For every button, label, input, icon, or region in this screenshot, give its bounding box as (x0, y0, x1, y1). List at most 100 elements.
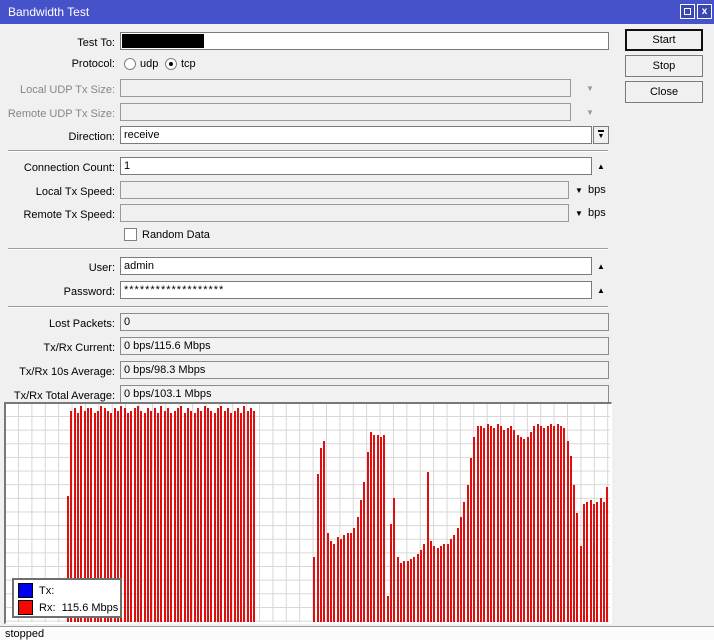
rx-bar (506, 428, 509, 622)
connection-count-up-icon[interactable]: ▲ (597, 162, 605, 171)
rx-bar (190, 411, 193, 622)
separator (8, 306, 608, 308)
rx-bar (539, 426, 542, 622)
protocol-udp-label[interactable]: udp (140, 58, 158, 70)
window-title: Bandwidth Test (8, 5, 90, 19)
drop-down-icon: ▼ (597, 130, 605, 141)
rx-bar (546, 426, 549, 622)
rx-bar (203, 406, 206, 622)
rx-bar (193, 413, 196, 622)
rx-bar (586, 502, 589, 622)
chart-legend: Tx: Rx: 115.6 Mbps (12, 578, 122, 618)
random-data-checkbox[interactable] (124, 228, 137, 241)
rx-bar (489, 426, 492, 622)
rx-bar (196, 408, 199, 622)
password-input[interactable]: ******************* (120, 281, 592, 299)
rx-bar (406, 561, 409, 622)
rx-bar (200, 411, 203, 622)
rx-bar (180, 406, 183, 622)
start-button[interactable]: Start (625, 29, 703, 51)
rx-bar (416, 554, 419, 622)
rx-bar (370, 432, 373, 622)
local-tx-speed-unit: bps (588, 184, 606, 196)
rx-bar (466, 485, 469, 622)
close-window-button[interactable]: x (697, 4, 712, 19)
rx-bar (166, 408, 169, 622)
rx-bar (350, 533, 353, 622)
rx-bar (536, 424, 539, 622)
stop-button[interactable]: Stop (625, 55, 703, 77)
rx-bar (133, 408, 136, 622)
rx-bar (216, 408, 219, 622)
rx-bar (529, 432, 532, 622)
rx-bar (439, 546, 442, 622)
title-bar[interactable]: Bandwidth Test x (0, 0, 714, 24)
user-up-icon[interactable]: ▲ (597, 262, 605, 271)
remote-tx-speed-dropdown-icon[interactable]: ▼ (575, 209, 583, 218)
direction-dropdown-button[interactable]: ▼ (593, 126, 609, 144)
rx-bar (130, 411, 133, 622)
local-udp-tx-size-label: Local UDP Tx Size: (20, 84, 115, 96)
password-up-icon[interactable]: ▲ (597, 286, 605, 295)
rx-bar (526, 437, 529, 622)
user-input[interactable]: admin (120, 257, 592, 275)
protocol-udp-radio[interactable] (124, 58, 136, 70)
protocol-tcp-label[interactable]: tcp (181, 58, 196, 70)
txrx-10s-average-value: 0 bps/98.3 Mbps (120, 361, 609, 379)
separator (8, 248, 608, 250)
rx-bar (543, 428, 546, 622)
rx-bar (320, 448, 323, 622)
local-tx-speed-input (120, 181, 569, 199)
close-button[interactable]: Close (625, 81, 703, 103)
rx-bar (549, 424, 552, 622)
remote-tx-speed-unit: bps (588, 207, 606, 219)
rx-bar (170, 413, 173, 622)
local-tx-speed-dropdown-icon[interactable]: ▼ (575, 186, 583, 195)
rx-bar (226, 408, 229, 622)
remote-tx-speed-label: Remote Tx Speed: (23, 209, 115, 221)
rx-bar (459, 517, 462, 622)
connection-count-input[interactable]: 1 (120, 157, 592, 175)
rx-bar (486, 424, 489, 622)
rx-bar (363, 482, 366, 622)
rx-bar (476, 426, 479, 622)
password-label: Password: (63, 286, 115, 298)
test-to-input[interactable] (120, 32, 609, 50)
rx-bar (403, 561, 406, 622)
rx-bar (603, 502, 606, 622)
txrx-total-average-value: 0 bps/103.1 Mbps (120, 385, 609, 403)
rx-bar (330, 541, 333, 622)
rx-bar (126, 413, 129, 622)
txrx-current-label: Tx/Rx Current: (43, 342, 115, 354)
rx-bar (333, 544, 336, 622)
rx-bar (576, 513, 579, 622)
rx-bar (463, 502, 466, 622)
rx-bar (230, 413, 233, 622)
rx-bar (599, 498, 602, 622)
protocol-tcp-radio[interactable] (165, 58, 177, 70)
rx-bar (360, 500, 363, 622)
rx-bar (313, 557, 316, 622)
separator (8, 150, 608, 152)
rx-bar (316, 474, 319, 622)
maximize-button[interactable] (680, 4, 695, 19)
rx-bar (156, 413, 159, 622)
rx-bar (376, 435, 379, 622)
rx-bar (469, 458, 472, 622)
rx-bar (206, 408, 209, 622)
rx-bar (593, 504, 596, 622)
rx-bar (340, 539, 343, 622)
rx-bar (553, 426, 556, 622)
rx-bar (583, 504, 586, 622)
rx-bar (429, 541, 432, 622)
rx-bar (419, 550, 422, 622)
protocol-label: Protocol: (71, 58, 115, 70)
tx-legend-swatch (18, 583, 33, 598)
rx-bar (326, 533, 329, 622)
rx-bar (383, 435, 386, 622)
direction-label: Direction: (68, 131, 115, 143)
rx-bar (136, 406, 139, 622)
rx-bar (499, 426, 502, 622)
rx-legend-label: Rx: (39, 602, 56, 614)
direction-input[interactable]: receive (120, 126, 592, 144)
